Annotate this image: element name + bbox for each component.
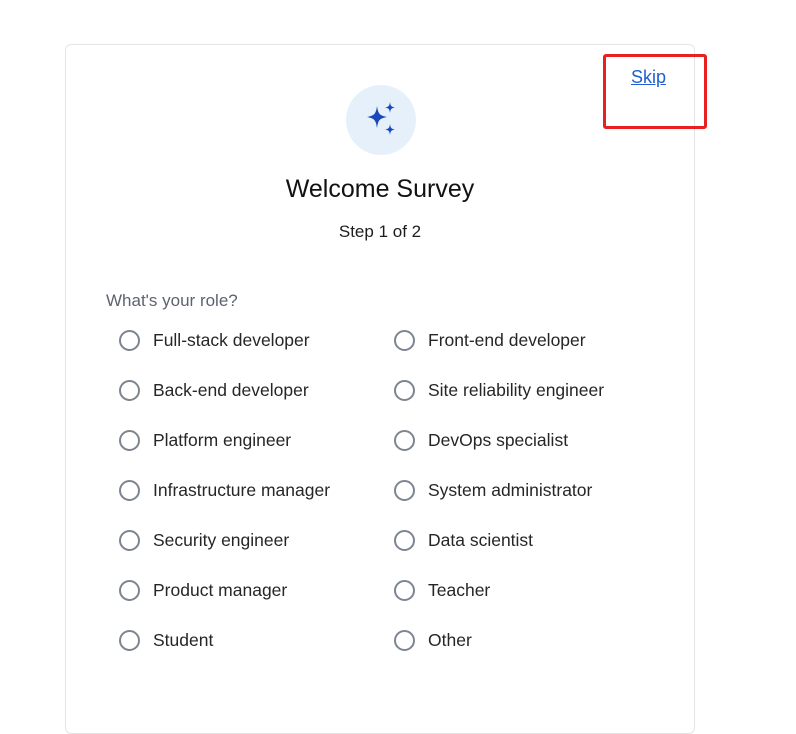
option-label: Teacher — [428, 579, 491, 600]
radio-button[interactable] — [394, 329, 415, 351]
sparkles-icon — [367, 102, 395, 135]
radio-button[interactable] — [394, 429, 415, 451]
page-title: Welcome Survey — [285, 175, 475, 203]
option-label: Site reliability engineer — [428, 379, 605, 400]
option-label: Infrastructure manager — [153, 479, 331, 500]
option-product-manager[interactable]: Product manager — [119, 575, 287, 605]
option-security-engineer[interactable]: Security engineer — [119, 525, 289, 555]
option-label: System administrator — [428, 479, 593, 500]
option-label: Product manager — [153, 579, 288, 600]
option-label: Front-end developer — [428, 329, 586, 350]
radio-button[interactable] — [119, 429, 140, 451]
option-platform-engineer[interactable]: Platform engineer — [119, 425, 291, 455]
option-other[interactable]: Other — [394, 625, 472, 655]
option-label: Student — [153, 629, 214, 650]
radio-button[interactable] — [119, 479, 140, 501]
radio-button[interactable] — [394, 529, 415, 551]
option-label: Other — [428, 629, 472, 650]
option-site-reliability-engineer[interactable]: Site reliability engineer — [394, 375, 604, 405]
radio-button[interactable] — [119, 529, 140, 551]
question-label: What's your role? — [106, 291, 238, 310]
option-full-stack-developer[interactable]: Full-stack developer — [119, 325, 310, 355]
radio-button[interactable] — [119, 579, 140, 601]
option-label: DevOps specialist — [428, 429, 569, 450]
option-label: Security engineer — [153, 529, 290, 550]
option-devops-specialist[interactable]: DevOps specialist — [394, 425, 568, 455]
radio-button[interactable] — [394, 629, 415, 651]
radio-button[interactable] — [119, 379, 140, 401]
radio-button[interactable] — [394, 379, 415, 401]
option-label: Full-stack developer — [153, 329, 310, 350]
option-infrastructure-manager[interactable]: Infrastructure manager — [119, 475, 330, 505]
survey-icon-badge — [346, 85, 416, 155]
option-student[interactable]: Student — [119, 625, 213, 655]
radio-button[interactable] — [394, 579, 415, 601]
option-back-end-developer[interactable]: Back-end developer — [119, 375, 309, 405]
option-label: Back-end developer — [153, 379, 309, 400]
option-label: Platform engineer — [153, 429, 292, 450]
step-indicator: Step 1 of 2 — [338, 222, 422, 241]
option-teacher[interactable]: Teacher — [394, 575, 490, 605]
radio-button[interactable] — [394, 479, 415, 501]
radio-button[interactable] — [119, 329, 140, 351]
radio-button[interactable] — [119, 629, 140, 651]
option-label: Data scientist — [428, 529, 534, 550]
skip-link[interactable]: Skip — [631, 67, 666, 88]
option-front-end-developer[interactable]: Front-end developer — [394, 325, 586, 355]
option-data-scientist[interactable]: Data scientist — [394, 525, 533, 555]
option-system-administrator[interactable]: System administrator — [394, 475, 592, 505]
